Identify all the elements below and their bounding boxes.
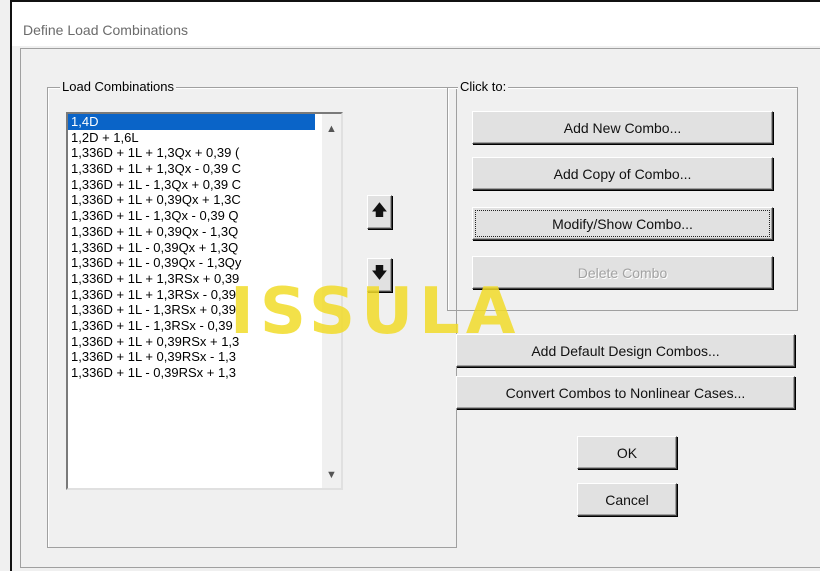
add-copy-combo-label: Add Copy of Combo... [553,165,692,182]
cancel-button[interactable]: Cancel [577,483,677,516]
scroll-down-icon[interactable]: ▼ [322,466,341,484]
arrow-down-icon: 🡇 [371,264,388,282]
list-item[interactable]: 1,336D + 1L - 1,3RSx - 0,39 [68,318,315,334]
arrow-up-icon: 🡅 [371,201,388,219]
cancel-label: Cancel [605,491,649,508]
add-new-combo-label: Add New Combo... [563,119,682,136]
list-item[interactable]: 1,336D + 1L - 1,3RSx + 0,39 [68,302,315,318]
delete-combo-label: Delete Combo [577,264,668,281]
list-item[interactable]: 1,4D [68,114,315,130]
convert-combos-button[interactable]: Convert Combos to Nonlinear Cases... [456,376,795,409]
move-down-button[interactable]: 🡇 [367,258,392,292]
list-item[interactable]: 1,336D + 1L + 1,3RSx + 0,39 [68,271,315,287]
dialog-titlebar[interactable]: Define Load Combinations [10,0,820,46]
list-item[interactable]: 1,336D + 1L + 1,3RSx - 0,39 [68,287,315,303]
list-item[interactable]: 1,336D + 1L + 0,39Qx + 1,3C [68,192,315,208]
click-to-label: Click to: [458,79,509,94]
list-item[interactable]: 1,336D + 1L - 0,39Qx - 1,3Qy [68,255,315,271]
convert-combos-label: Convert Combos to Nonlinear Cases... [505,384,746,401]
list-item[interactable]: 1,336D + 1L + 0,39Qx - 1,3Q [68,224,315,240]
list-item[interactable]: 1,336D + 1L - 0,39RSx + 1,3 [68,365,315,381]
ok-button[interactable]: OK [577,436,677,469]
list-item[interactable]: 1,336D + 1L + 1,3Qx - 0,39 C [68,161,315,177]
add-default-design-combos-label: Add Default Design Combos... [531,342,720,359]
scroll-up-icon[interactable]: ▲ [322,120,341,138]
ok-label: OK [616,444,638,461]
dialog-title: Define Load Combinations [23,22,188,38]
list-item[interactable]: 1,336D + 1L - 0,39Qx + 1,3Q [68,240,315,256]
list-item[interactable]: 1,336D + 1L + 0,39RSx + 1,3 [68,334,315,350]
load-combinations-list[interactable]: 1,4D 1,2D + 1,6L 1,336D + 1L + 1,3Qx + 0,3… [66,112,343,490]
load-combinations-label: Load Combinations [60,79,177,94]
add-default-design-combos-button[interactable]: Add Default Design Combos... [456,334,795,367]
list-scrollbar[interactable]: ▲ ▼ [322,114,341,488]
modify-show-combo-label: Modify/Show Combo... [552,215,693,232]
add-new-combo-button[interactable]: Add New Combo... [472,111,773,144]
delete-combo-button[interactable]: Delete Combo [472,256,773,289]
list-item[interactable]: 1,336D + 1L - 1,3Qx - 0,39 Q [68,208,315,224]
add-copy-combo-button[interactable]: Add Copy of Combo... [472,157,773,190]
list-item[interactable]: 1,336D + 1L + 0,39RSx - 1,3 [68,349,315,365]
list-item[interactable]: 1,336D + 1L + 1,3Qx + 0,39 ( [68,145,315,161]
modify-show-combo-button[interactable]: Modify/Show Combo... [472,207,773,240]
move-up-button[interactable]: 🡅 [367,195,392,229]
list-item[interactable]: 1,336D + 1L - 1,3Qx + 0,39 C [68,177,315,193]
list-item[interactable]: 1,2D + 1,6L [68,130,315,146]
